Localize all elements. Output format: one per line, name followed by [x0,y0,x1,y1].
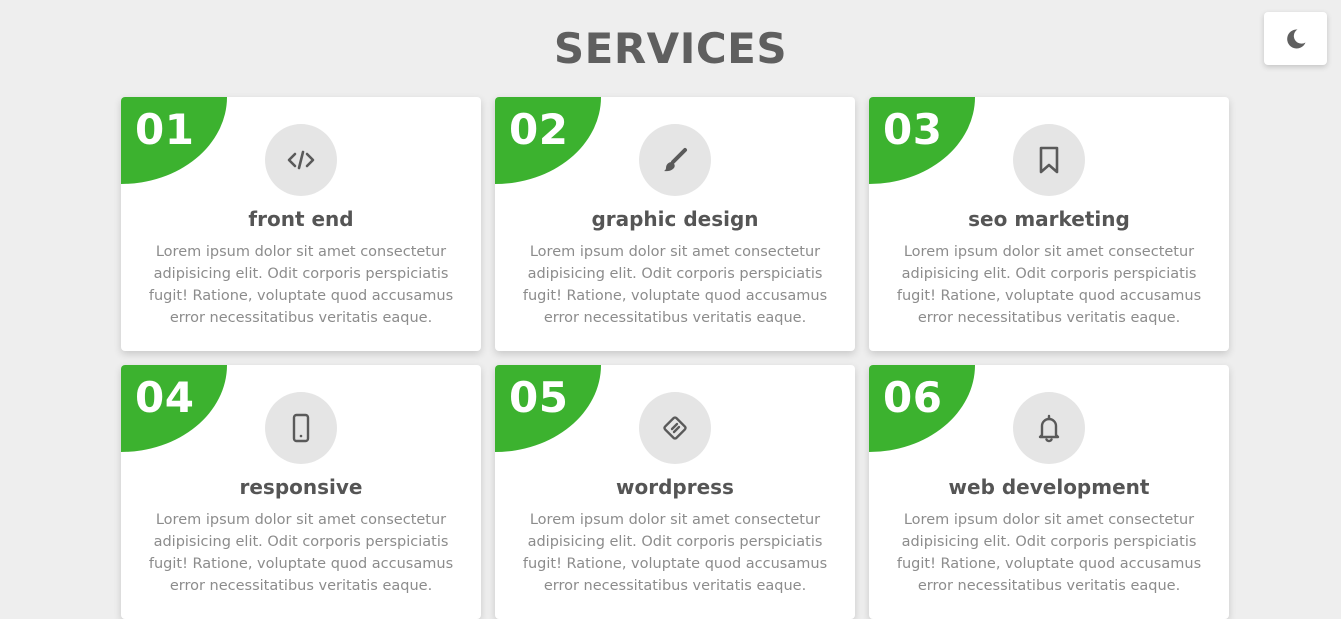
card-number: 01 [135,105,195,154]
card-number: 03 [883,105,943,154]
wordpress-icon [663,416,687,440]
card-title: web development [948,475,1150,499]
service-card-front-end: 01 front end Lorem ipsum dolor sit amet … [121,97,481,351]
icon-circle [639,392,711,464]
card-description: Lorem ipsum dolor sit amet consectetur a… [896,512,1202,594]
bell-icon [1038,414,1060,443]
card-description: Lorem ipsum dolor sit amet consectetur a… [148,512,454,594]
code-icon [287,150,315,170]
card-description: Lorem ipsum dolor sit amet consectetur a… [522,244,828,326]
service-card-graphic-design: 02 graphic design Lorem ipsum dolor sit … [495,97,855,351]
icon-circle [265,392,337,464]
icon-circle [639,124,711,196]
card-title: wordpress [616,475,734,499]
service-card-seo-marketing: 03 seo marketing Lorem ipsum dolor sit a… [869,97,1229,351]
services-grid: 01 front end Lorem ipsum dolor sit amet … [121,97,1229,619]
card-title: responsive [239,475,363,499]
bookmark-icon [1039,146,1059,174]
card-number: 02 [509,105,569,154]
theme-toggle-button[interactable] [1264,12,1327,65]
moon-icon [1286,28,1305,48]
service-card-wordpress: 05 wordpress Lorem ipsum dolor sit amet … [495,365,855,619]
card-description: Lorem ipsum dolor sit amet consectetur a… [148,244,454,326]
card-number: 04 [135,373,195,422]
card-number: 06 [883,373,943,422]
card-title: graphic design [591,207,759,231]
card-description: Lorem ipsum dolor sit amet consectetur a… [896,244,1202,326]
card-title: front end [248,207,354,231]
service-card-responsive: 04 responsive Lorem ipsum dolor sit amet… [121,365,481,619]
paint-brush-icon [664,148,687,172]
icon-circle [1013,392,1085,464]
icon-circle [1013,124,1085,196]
card-number: 05 [509,373,569,422]
service-card-web-development: 06 web development Lorem ipsum dolor sit… [869,365,1229,619]
icon-circle [265,124,337,196]
page-title: SERVICES [553,24,788,73]
card-title: seo marketing [968,207,1130,231]
mobile-icon [292,413,310,443]
card-description: Lorem ipsum dolor sit amet consectetur a… [522,512,828,594]
